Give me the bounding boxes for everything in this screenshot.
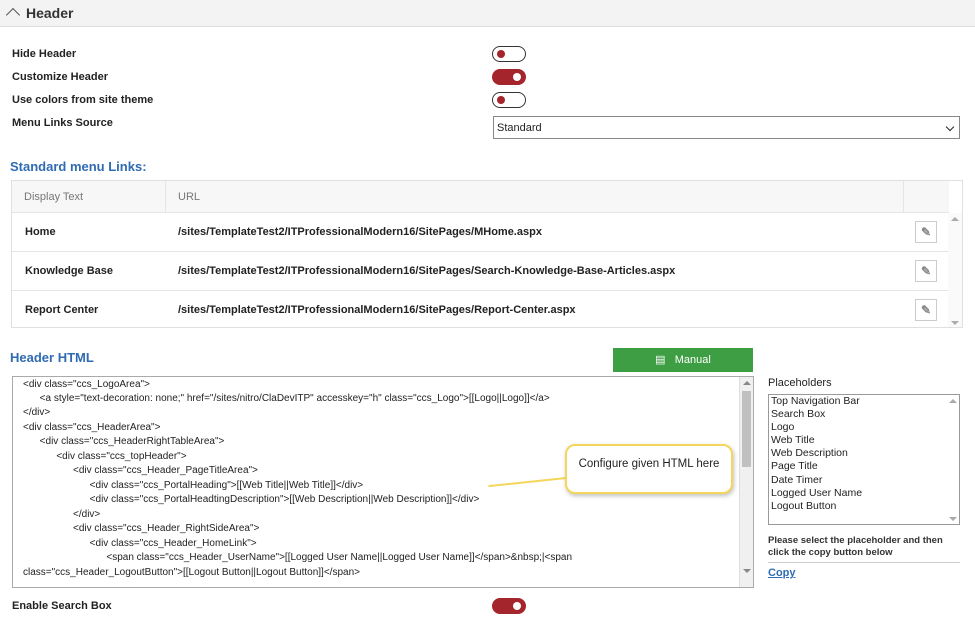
code-line: <div class="ccs_PortalHeading">[[Web Tit…: [23, 480, 364, 491]
placeholders-note: Please select the placeholder and then c…: [768, 535, 943, 558]
standard-menu-links-title: Standard menu Links:: [10, 159, 147, 174]
toggle-knob: [513, 602, 521, 610]
use-theme-colors-label: Use colors from site theme: [12, 94, 154, 106]
edit-pencil-icon[interactable]: ✎: [915, 260, 937, 282]
placeholders-listbox[interactable]: Top Navigation Bar Search Box Logo Web T…: [768, 394, 960, 525]
row-display-text: Report Center: [25, 304, 99, 316]
table-scrollbar[interactable]: [948, 213, 962, 327]
enable-search-box-label: Enable Search Box: [12, 600, 112, 612]
enable-search-box-toggle[interactable]: [492, 598, 526, 614]
header-section-bar[interactable]: Header: [0, 0, 975, 27]
copy-link[interactable]: Copy: [768, 567, 796, 579]
row-url: /sites/TemplateTest2/ITProfessionalModer…: [178, 226, 542, 238]
code-line: <div class="ccs_Header_HomeLink">: [23, 538, 257, 549]
code-line: class="ccs_Header_LogoutButton">[[Logout…: [23, 567, 360, 578]
configure-html-callout: Configure given HTML here: [565, 444, 733, 494]
hide-header-toggle[interactable]: [492, 46, 526, 62]
use-theme-colors-toggle[interactable]: [492, 92, 526, 108]
code-line: <div class="ccs_LogoArea">: [23, 379, 150, 390]
edit-pencil-icon[interactable]: ✎: [915, 221, 937, 243]
toggle-knob: [497, 50, 505, 58]
toggle-knob: [497, 96, 505, 104]
manual-button-label: Manual: [674, 354, 711, 366]
list-item[interactable]: Logout Button: [769, 500, 959, 513]
scroll-up-icon[interactable]: [743, 381, 751, 385]
edit-pencil-icon[interactable]: ✎: [915, 299, 937, 321]
code-line: <div class="ccs_Header_RightSideArea">: [23, 523, 260, 534]
scroll-up-icon[interactable]: [951, 217, 959, 221]
scroll-thumb[interactable]: [742, 391, 751, 467]
manual-button[interactable]: ▤ Manual: [613, 348, 753, 372]
list-item[interactable]: Page Title: [769, 460, 959, 473]
code-line: <div class="ccs_PortalHeadtingDescriptio…: [23, 494, 480, 505]
scroll-down-icon[interactable]: [743, 569, 751, 573]
table-row: Report Center /sites/TemplateTest2/ITPro…: [12, 291, 949, 327]
chevron-down-icon: [945, 122, 955, 132]
hide-header-label: Hide Header: [12, 48, 77, 60]
list-item[interactable]: Logo: [769, 421, 959, 434]
chevron-up-icon[interactable]: [5, 7, 21, 23]
code-line: </div>: [23, 407, 51, 418]
menu-links-table: Display Text URL Home /sites/TemplateTes…: [11, 180, 963, 328]
column-url: URL: [178, 191, 201, 203]
editor-scrollbar[interactable]: [739, 377, 753, 587]
customize-header-toggle[interactable]: [492, 69, 526, 85]
code-line: <span class="ccs_Header_UserName">[[Logg…: [23, 552, 573, 563]
scroll-down-icon[interactable]: [949, 517, 957, 521]
code-line: <div class="ccs_Header_PageTitleArea">: [23, 465, 258, 476]
customize-header-label: Customize Header: [12, 71, 108, 83]
code-line: </div>: [23, 509, 101, 520]
scroll-up-icon[interactable]: [949, 399, 957, 403]
column-divider: [903, 181, 904, 213]
code-line: <a style="text-decoration: none;" href="…: [23, 393, 550, 404]
row-url: /sites/TemplateTest2/ITProfessionalModer…: [178, 304, 576, 316]
table-row: Knowledge Base /sites/TemplateTest2/ITPr…: [12, 252, 949, 291]
list-item[interactable]: Logged User Name: [769, 487, 959, 500]
document-icon: ▤: [655, 354, 666, 366]
list-item[interactable]: Date Timer: [769, 474, 959, 487]
section-title: Header: [26, 5, 74, 21]
header-html-title: Header HTML: [10, 350, 94, 365]
toggle-knob: [513, 73, 521, 81]
row-display-text: Knowledge Base: [25, 265, 114, 277]
menu-links-source-label: Menu Links Source: [12, 117, 113, 129]
list-item[interactable]: Web Description: [769, 447, 959, 460]
list-item[interactable]: Top Navigation Bar: [769, 395, 959, 408]
code-line: <div class="ccs_HeaderArea">: [23, 422, 161, 433]
divider: [768, 562, 960, 563]
table-row: Home /sites/TemplateTest2/ITProfessional…: [12, 213, 949, 252]
placeholders-label: Placeholders: [768, 377, 832, 389]
column-divider: [165, 181, 166, 213]
column-display-text: Display Text: [24, 191, 84, 203]
code-line: <div class="ccs_HeaderRightTableArea">: [23, 436, 225, 447]
scroll-down-icon[interactable]: [951, 321, 959, 325]
listbox-scrollbar[interactable]: [947, 395, 959, 524]
row-display-text: Home: [25, 226, 56, 238]
code-line: <div class="ccs_topHeader">: [23, 451, 187, 462]
table-header: Display Text URL: [12, 181, 949, 213]
select-value: Standard: [497, 122, 542, 134]
row-url: /sites/TemplateTest2/ITProfessionalModer…: [178, 265, 676, 277]
list-item[interactable]: Web Title: [769, 434, 959, 447]
menu-links-source-select[interactable]: Standard: [493, 116, 960, 139]
list-item[interactable]: Search Box: [769, 408, 959, 421]
